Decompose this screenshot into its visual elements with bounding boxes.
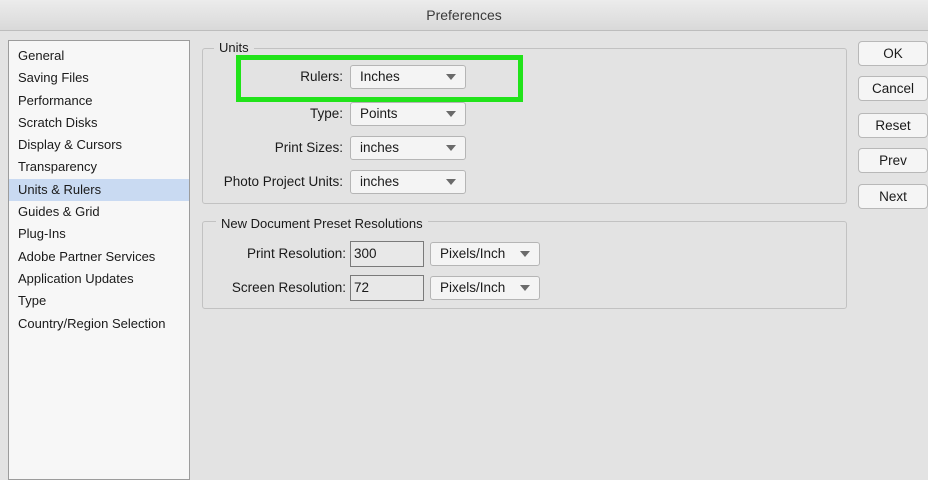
print-resolution-label: Print Resolution:	[246, 246, 346, 261]
sidebar-item-general[interactable]: General	[9, 45, 189, 67]
photo-project-units-select-value: inches	[360, 174, 400, 189]
preferences-sidebar: General Saving Files Performance Scratch…	[8, 40, 190, 480]
next-button[interactable]: Next	[858, 184, 928, 209]
chevron-down-icon	[446, 145, 456, 151]
print-sizes-label: Print Sizes:	[274, 140, 343, 155]
sidebar-item-country-region[interactable]: Country/Region Selection	[9, 313, 189, 335]
sidebar-item-scratch-disks[interactable]: Scratch Disks	[9, 112, 189, 134]
resolutions-group-title: New Document Preset Resolutions	[216, 216, 428, 232]
type-select[interactable]: Points	[350, 102, 466, 126]
sidebar-item-adobe-partner-services[interactable]: Adobe Partner Services	[9, 246, 189, 268]
chevron-down-icon	[446, 111, 456, 117]
sidebar-item-plug-ins[interactable]: Plug-Ins	[9, 223, 189, 245]
sidebar-item-application-updates[interactable]: Application Updates	[9, 268, 189, 290]
sidebar-item-transparency[interactable]: Transparency	[9, 156, 189, 178]
print-resolution-unit-select[interactable]: Pixels/Inch	[430, 242, 540, 266]
chevron-down-icon	[446, 179, 456, 185]
type-select-value: Points	[360, 106, 398, 121]
reset-button[interactable]: Reset	[858, 113, 928, 138]
type-label: Type:	[309, 106, 343, 121]
units-group-title: Units	[214, 40, 254, 56]
ok-button[interactable]: OK	[858, 41, 928, 66]
sidebar-item-guides-grid[interactable]: Guides & Grid	[9, 201, 189, 223]
sidebar-item-saving-files[interactable]: Saving Files	[9, 67, 189, 89]
screen-resolution-unit-select[interactable]: Pixels/Inch	[430, 276, 540, 300]
chevron-down-icon	[520, 251, 530, 257]
cancel-button[interactable]: Cancel	[858, 76, 928, 101]
sidebar-item-units-rulers[interactable]: Units & Rulers	[9, 178, 189, 202]
sidebar-item-performance[interactable]: Performance	[9, 90, 189, 112]
print-resolution-unit-value: Pixels/Inch	[440, 246, 506, 261]
screen-resolution-unit-value: Pixels/Inch	[440, 280, 506, 295]
screen-resolution-input[interactable]: 72	[350, 275, 424, 301]
photo-project-units-label: Photo Project Units:	[223, 174, 343, 189]
chevron-down-icon	[520, 285, 530, 291]
highlight-box	[236, 55, 523, 102]
print-resolution-input[interactable]: 300	[350, 241, 424, 267]
photo-project-units-select[interactable]: inches	[350, 170, 466, 194]
prev-button[interactable]: Prev	[858, 148, 928, 173]
print-sizes-select[interactable]: inches	[350, 136, 466, 160]
screen-resolution-label: Screen Resolution:	[231, 280, 346, 295]
window-title: Preferences	[0, 0, 928, 31]
sidebar-item-display-cursors[interactable]: Display & Cursors	[9, 134, 189, 156]
print-sizes-select-value: inches	[360, 140, 400, 155]
sidebar-item-type[interactable]: Type	[9, 290, 189, 312]
